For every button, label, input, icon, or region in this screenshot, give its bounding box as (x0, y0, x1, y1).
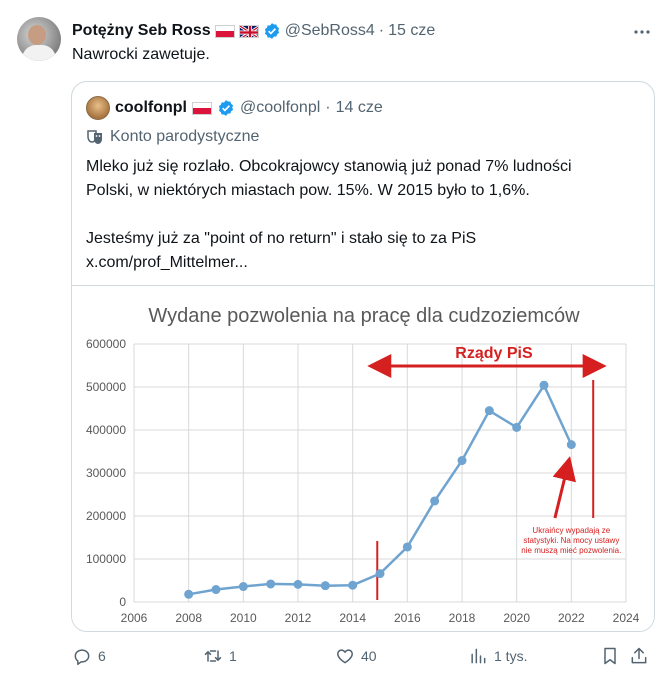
tweet-time[interactable]: 15 cze (388, 22, 435, 40)
data-point (348, 580, 358, 590)
y-tick-label: 200000 (86, 509, 126, 523)
verified-badge-icon (218, 100, 234, 116)
parody-label: Konto parodystyczne (86, 128, 259, 146)
quote-author-avatar (86, 96, 110, 120)
dot-separator: · (378, 22, 385, 39)
x-tick-label: 2012 (285, 611, 312, 625)
x-tick-label: 2016 (394, 611, 421, 625)
more-options-icon[interactable] (632, 22, 652, 42)
parody-label-text: Konto parodystyczne (110, 128, 260, 145)
quote-author-handle: @coolfonpl (239, 99, 321, 116)
action-bar: 6 1 40 1 tys. (72, 646, 652, 670)
x-tick-label: 2020 (503, 611, 530, 625)
data-point (512, 422, 522, 432)
data-point (184, 589, 194, 599)
x-tick-label: 2014 (339, 611, 366, 625)
data-point (238, 582, 248, 592)
repost-icon (204, 650, 222, 662)
repost-count: 1 (229, 648, 237, 664)
like-button[interactable]: 40 (335, 646, 377, 666)
verified-badge-icon (264, 23, 279, 39)
rule-label: Rządy PiS (455, 345, 533, 362)
views-chart-icon (471, 648, 486, 664)
data-point (539, 380, 549, 390)
quote-header: coolfonpl @coolfonpl · 14 cze (86, 96, 383, 120)
y-tick-label: 0 (119, 595, 126, 609)
data-point (293, 579, 303, 589)
reply-icon (74, 649, 90, 666)
data-point (430, 496, 440, 506)
views-button[interactable]: 1 tys. (468, 646, 527, 666)
chart-title: Wydane pozwolenia na pracę dla cudzoziem… (148, 305, 580, 327)
x-tick-label: 2006 (121, 611, 148, 625)
quoted-tweet[interactable]: coolfonpl @coolfonpl · 14 cze Konto paro… (71, 81, 655, 632)
poland-flag-icon (191, 101, 212, 115)
data-point (266, 579, 276, 589)
like-count: 40 (361, 648, 377, 664)
quote-time: 14 cze (335, 99, 383, 116)
quote-line: Jesteśmy już za "point of no return" i s… (86, 230, 477, 247)
x-tick-label: 2022 (558, 611, 585, 625)
tweet-header: Potężny Seb Ross @SebRoss4 · 15 cze (72, 20, 435, 42)
repost-button[interactable]: 1 (203, 646, 237, 666)
y-tick-label: 100000 (86, 552, 126, 566)
reply-button[interactable]: 6 (72, 646, 106, 666)
views-count: 1 tys. (494, 648, 528, 664)
quote-text: Mleko już się rozlało. Obcokrajowcy stan… (86, 155, 641, 275)
data-point (402, 542, 412, 552)
x-tick-label: 2024 (613, 611, 640, 625)
share-icon (631, 647, 647, 664)
heart-icon (337, 649, 353, 664)
data-point (320, 581, 330, 591)
x-tick-label: 2008 (175, 611, 202, 625)
data-point (457, 456, 467, 466)
tweet-text: Nawrocki zawetuje. (72, 46, 210, 63)
y-tick-label: 600000 (86, 337, 126, 351)
quote-line: Mleko już się rozlało. Obcokrajowcy stan… (86, 158, 572, 175)
parody-mask-icon (87, 130, 102, 144)
poland-flag-icon (214, 24, 235, 38)
data-point (566, 440, 576, 450)
note-text: statystyki. Na mocy ustawy (523, 536, 619, 545)
dot-separator: · (325, 99, 331, 116)
line-chart: Wydane pozwolenia na pracę dla cudzoziem… (86, 305, 640, 625)
bookmark-icon (604, 647, 616, 665)
quote-link[interactable]: x.com/prof_Mittelmer... (86, 251, 641, 275)
tweet: Potężny Seb Ross @SebRoss4 · 15 cze Nawr… (0, 0, 672, 686)
data-point (375, 569, 385, 579)
y-tick-label: 300000 (86, 466, 126, 480)
y-tick-label: 500000 (86, 380, 126, 394)
author-handle[interactable]: @SebRoss4 (285, 22, 375, 40)
x-tick-label: 2018 (449, 611, 476, 625)
share-button[interactable] (629, 646, 649, 666)
note-text: Ukraińcy wypadają ze (532, 526, 610, 535)
bookmark-button[interactable] (600, 646, 620, 666)
quote-line: Polski, w niektórych miastach pow. 15%. … (86, 182, 530, 199)
quote-author-name: coolfonpl (115, 99, 187, 116)
data-point (484, 406, 494, 416)
author-name[interactable]: Potężny Seb Ross (72, 22, 211, 40)
data-point (211, 585, 221, 595)
y-tick-label: 400000 (86, 423, 126, 437)
author-avatar[interactable] (17, 17, 61, 61)
note-text: nie muszą mieć pozwolenia. (521, 546, 621, 555)
reply-count: 6 (98, 648, 106, 664)
chart-image[interactable]: Wydane pozwolenia na pracę dla cudzoziem… (72, 285, 654, 631)
x-tick-label: 2010 (230, 611, 257, 625)
uk-flag-icon (238, 24, 259, 38)
